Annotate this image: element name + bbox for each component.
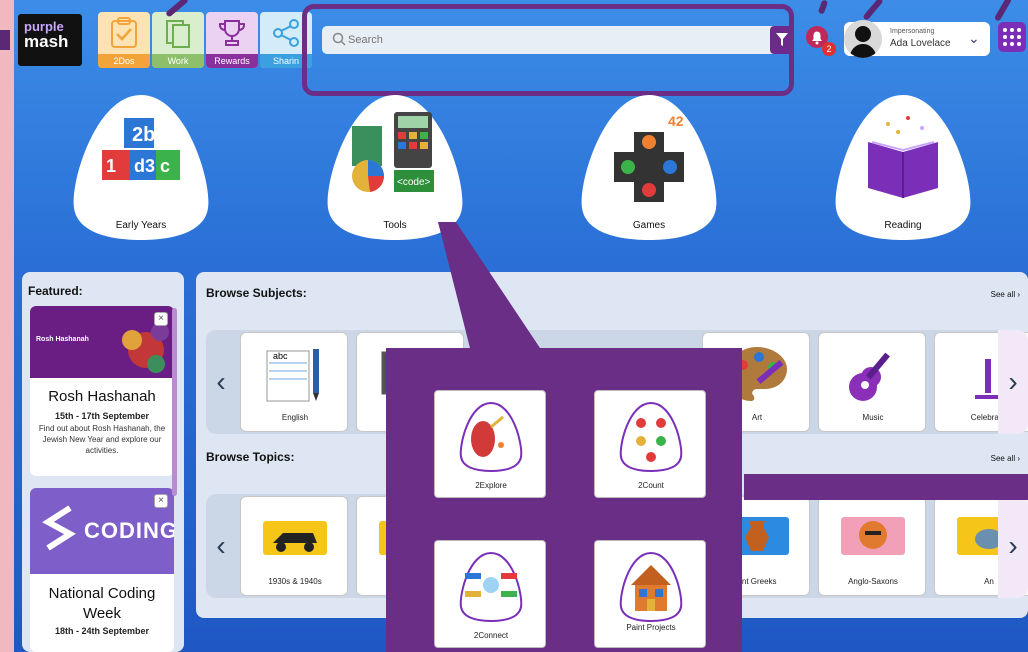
tool-label: 2Connect: [473, 631, 509, 640]
game-controller-icon: 42: [614, 113, 684, 202]
blocks-icon: 2b 1 d3 c: [102, 118, 180, 180]
purple-mash-logo[interactable]: purple mash: [18, 14, 82, 66]
notepad-icon: abc: [266, 349, 319, 402]
search-highlight-outline: [302, 4, 794, 96]
subjects-see-all-link[interactable]: See all ›: [991, 290, 1020, 299]
browse-subjects-heading: Browse Subjects:: [206, 286, 307, 300]
tile-label: Early Years: [115, 220, 167, 231]
rewards-label: Rewards: [206, 54, 258, 68]
carousel-prev-button[interactable]: ‹: [206, 330, 236, 434]
apps-grid-button[interactable]: [998, 22, 1026, 52]
card-banner: Rosh Hashanah ×: [30, 306, 174, 378]
user-avatar: [844, 20, 882, 58]
book-icon: [868, 116, 938, 198]
coding-week-logo: [42, 505, 76, 551]
work-label: Work: [152, 54, 204, 68]
mind-map-icon: [459, 551, 523, 623]
tool-2count[interactable]: 2Count: [594, 390, 706, 498]
card-title: National Coding Week: [48, 585, 156, 622]
topic-label: Anglo-Saxons: [848, 577, 898, 586]
notification-count-badge: 2: [822, 42, 836, 56]
close-icon[interactable]: ×: [154, 312, 168, 326]
rewards-button[interactable]: Rewards: [206, 12, 258, 68]
card-banner: CODING ×: [30, 488, 174, 574]
svg-text:d3: d3: [134, 156, 155, 176]
card-title: Rosh Hashanah: [48, 388, 156, 405]
svg-text:1: 1: [106, 156, 116, 176]
tile-tools[interactable]: <code> Tools: [322, 92, 468, 242]
topic-card-anglo-saxons[interactable]: Anglo-Saxons: [818, 496, 926, 596]
svg-text:c: c: [160, 156, 170, 176]
vintage-car-icon: [263, 521, 327, 555]
featured-heading: Featured:: [28, 284, 83, 298]
featured-scrollbar[interactable]: [172, 308, 177, 496]
user-name: Ada Lovelace: [890, 38, 951, 49]
logo-line2: mash: [24, 32, 69, 51]
subject-card-english[interactable]: abc English: [240, 332, 348, 432]
subject-card-music[interactable]: Music: [818, 332, 926, 432]
fruit-count-icon: [619, 401, 683, 473]
card-date: 18th - 24th September: [54, 626, 150, 636]
card-date: 15th - 17th September: [54, 411, 150, 421]
svg-text:2b: 2b: [132, 124, 155, 146]
featured-card-rosh-hashanah[interactable]: Rosh Hashanah × Rosh Hashanah 15th - 17t…: [30, 306, 174, 476]
featured-panel: Featured: Rosh Hashanah × Rosh Hashanah …: [22, 272, 184, 652]
work-button[interactable]: Work: [152, 12, 204, 68]
topic-card-1930s-1940s[interactable]: 1930s & 1940s: [240, 496, 348, 596]
tool-2explore[interactable]: 2Explore: [434, 390, 546, 498]
guitar-icon: [849, 352, 890, 401]
featured-card-coding-week[interactable]: CODING × National Coding Week 18th - 24t…: [30, 488, 174, 652]
checklist-icon: [98, 12, 150, 54]
annotation-mark: [0, 30, 10, 50]
anglo-saxon-icon: [841, 517, 905, 555]
tile-reading[interactable]: Reading: [830, 92, 976, 242]
close-icon[interactable]: ×: [154, 494, 168, 508]
chevron-down-icon: ⌄: [968, 30, 980, 46]
house-paint-icon: [619, 551, 683, 623]
topics-see-all-link[interactable]: See all ›: [991, 454, 1020, 463]
trophy-icon: [206, 12, 258, 54]
carousel-prev-button[interactable]: ‹: [206, 494, 236, 598]
tool-paint-projects[interactable]: Paint Projects: [594, 540, 706, 648]
tool-label: Paint Projects: [626, 623, 676, 632]
card-description: Find out about Rosh Hashanah, the Jewish…: [38, 424, 166, 455]
subject-label: English: [281, 413, 309, 422]
topic-label: 1930s & 1940s: [268, 577, 322, 586]
user-menu[interactable]: Impersonating Ada Lovelace ⌄: [844, 20, 990, 58]
tile-label: Tools: [383, 220, 407, 231]
tool-label: 2Explore: [475, 481, 507, 490]
impersonating-label: Impersonating: [890, 28, 935, 35]
tile-label: Games: [632, 220, 666, 231]
tool-2connect[interactable]: 2Connect: [434, 540, 546, 648]
tile-early-years[interactable]: 2b 1 d3 c Early Years: [68, 92, 214, 242]
documents-icon: [152, 12, 204, 54]
subject-label: Music: [862, 413, 884, 422]
carousel-next-button[interactable]: ›: [998, 330, 1028, 434]
tool-label: 2Count: [638, 481, 664, 490]
carousel-next-button[interactable]: ›: [998, 494, 1028, 598]
tile-games[interactable]: 42 Games: [576, 92, 722, 242]
tile-label: Reading: [884, 220, 922, 231]
2dos-label: 2Dos: [98, 54, 150, 68]
svg-text:<code>: <code>: [397, 177, 431, 188]
tools-icon: <code>: [352, 112, 434, 192]
browse-topics-heading: Browse Topics:: [206, 450, 295, 464]
drum-icon: [459, 401, 523, 473]
banner-text: CODING: [84, 518, 174, 543]
2dos-button[interactable]: 2Dos: [98, 12, 150, 68]
svg-text:42: 42: [668, 113, 684, 129]
tools-popup: 2Explore 2Count 2Connect Paint Projects: [386, 348, 742, 652]
svg-text:abc: abc: [273, 351, 288, 361]
banner-text: Rosh Hashanah: [36, 336, 89, 343]
app-window: purple mash 2Dos Work Rewards Sharin Sea…: [14, 0, 1028, 652]
